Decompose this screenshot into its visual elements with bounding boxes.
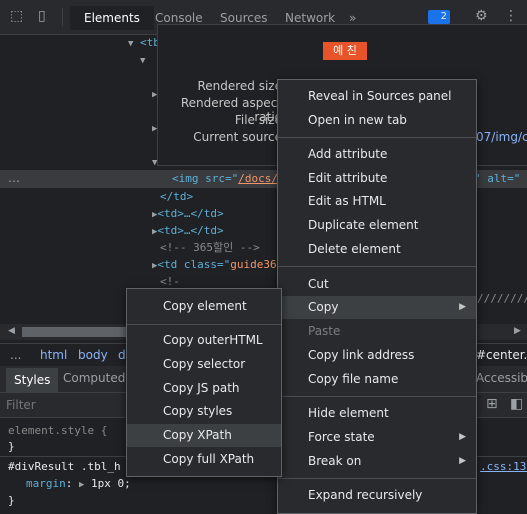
menu-paste[interactable]: Paste: [278, 320, 476, 343]
menu-separator: [278, 396, 476, 397]
copy-submenu: Copy element Copy outerHTML Copy selecto…: [126, 288, 282, 477]
breadcrumb-dots[interactable]: ...: [10, 348, 21, 362]
menu-copy-outerhtml[interactable]: Copy outerHTML: [127, 329, 281, 352]
menu-break-on-label: Break on: [308, 454, 362, 468]
issues-badge[interactable]: 2: [428, 10, 450, 24]
current-source-label: Current source: [193, 130, 282, 144]
breadcrumb-center[interactable]: #center.c: [476, 348, 527, 362]
rule-selector[interactable]: #divResult .tbl_h: [8, 458, 121, 475]
tree-node-td-close[interactable]: </td>: [160, 188, 193, 205]
element-style-rule[interactable]: element.style {: [8, 422, 107, 439]
menu-force-state-label: Force state: [308, 430, 375, 444]
menu-copy[interactable]: Copy ▶: [278, 296, 476, 319]
expand-triangle-icon[interactable]: ▼: [128, 39, 133, 49]
breadcrumb-d[interactable]: d: [118, 348, 126, 362]
toolbar-divider: [62, 8, 63, 26]
menu-expand-recursively[interactable]: Expand recursively: [278, 484, 476, 507]
ellipsis-icon[interactable]: …: [8, 170, 20, 186]
menu-force-state[interactable]: Force state ▶: [278, 426, 476, 449]
menu-copy-xpath[interactable]: Copy XPath: [127, 424, 281, 447]
tab-elements[interactable]: Elements: [70, 6, 154, 30]
toggle-sidebar-icon[interactable]: ◧: [510, 396, 523, 412]
tree-slashes: ////////: [477, 292, 527, 305]
menu-edit-attribute[interactable]: Edit attribute: [278, 167, 476, 190]
img-src-link[interactable]: /docs/: [238, 172, 278, 185]
menu-duplicate-element[interactable]: Duplicate element: [278, 214, 476, 237]
breadcrumb-body[interactable]: body: [78, 348, 108, 362]
menu-open-in-new-tab[interactable]: Open in new tab: [278, 109, 476, 132]
scroll-left-icon[interactable]: ◀: [8, 326, 15, 336]
tree-comment-365[interactable]: <!-- 365할인 -->: [160, 239, 260, 256]
styles-filter-input[interactable]: [4, 395, 128, 415]
menu-separator: [278, 478, 476, 479]
menu-cut[interactable]: Cut: [278, 273, 476, 296]
css-property[interactable]: margin: ▶ 1px 0;: [26, 475, 131, 492]
gear-icon[interactable]: ⚙: [475, 8, 488, 24]
file-size-label: File size: [234, 113, 282, 127]
tree-node-td-2[interactable]: ▶<td>…</td>: [152, 222, 224, 239]
menu-add-attribute[interactable]: Add attribute: [278, 143, 476, 166]
tab-styles[interactable]: Styles: [6, 368, 59, 392]
menu-copy-file-name[interactable]: Copy file name: [278, 368, 476, 391]
tab-computed[interactable]: Computed: [63, 371, 125, 385]
submenu-arrow-icon: ▶: [459, 432, 466, 442]
menu-copy-link-address[interactable]: Copy link address: [278, 344, 476, 367]
menu-separator: [278, 137, 476, 138]
tree-node-tb[interactable]: ▼ <tb: [128, 34, 160, 51]
menu-copy-full-xpath[interactable]: Copy full XPath: [127, 448, 281, 471]
new-style-rule-icon[interactable]: ⊞: [486, 396, 498, 412]
breadcrumb-html[interactable]: html: [40, 348, 67, 362]
context-menu: Reveal in Sources panel Open in new tab …: [277, 79, 477, 514]
menu-copy-element[interactable]: Copy element: [127, 295, 281, 318]
menu-copy-label: Copy: [308, 300, 339, 314]
menu-copy-js-path[interactable]: Copy JS path: [127, 377, 281, 400]
inspect-element-icon[interactable]: ⬚: [10, 8, 23, 24]
device-toolbar-icon[interactable]: ▯: [38, 8, 46, 24]
submenu-arrow-icon: ▶: [459, 302, 466, 312]
image-preview-thumbnail: 예 친: [323, 42, 367, 60]
menu-copy-styles[interactable]: Copy styles: [127, 400, 281, 423]
tree-node-td-guide[interactable]: ▶<td class="guide36: [152, 256, 277, 273]
img-node-tail: " alt=": [474, 172, 521, 185]
menu-edit-as-html[interactable]: Edit as HTML: [278, 190, 476, 213]
rule-source-link[interactable]: .css:133: [480, 458, 527, 475]
rule-close-brace: }: [8, 440, 15, 453]
menu-reveal-in-sources[interactable]: Reveal in Sources panel: [278, 85, 476, 108]
menu-copy-selector[interactable]: Copy selector: [127, 353, 281, 376]
submenu-arrow-icon: ▶: [459, 456, 466, 466]
menu-separator: [127, 324, 281, 325]
menu-delete-element[interactable]: Delete element: [278, 238, 476, 261]
rule-close-brace-2: }: [8, 494, 15, 507]
expand-shorthand-icon[interactable]: ▶: [79, 480, 84, 490]
tab-accessibility[interactable]: Accessibil: [476, 371, 527, 385]
menu-separator: [278, 266, 476, 267]
scroll-right-icon[interactable]: ▶: [514, 326, 521, 336]
issues-count: 2: [440, 11, 447, 22]
expand-triangle-icon[interactable]: ▼: [140, 51, 145, 68]
img-node[interactable]: <img src="/docs/: [172, 170, 278, 187]
menu-hide-element[interactable]: Hide element: [278, 402, 476, 425]
rendered-size-label: Rendered size: [197, 79, 282, 93]
tree-node-td-1[interactable]: ▶<td>…</td>: [152, 205, 224, 222]
current-source-value: 07/img/c: [476, 130, 527, 144]
more-options-icon[interactable]: ⋮: [504, 8, 518, 24]
menu-break-on[interactable]: Break on ▶: [278, 450, 476, 473]
